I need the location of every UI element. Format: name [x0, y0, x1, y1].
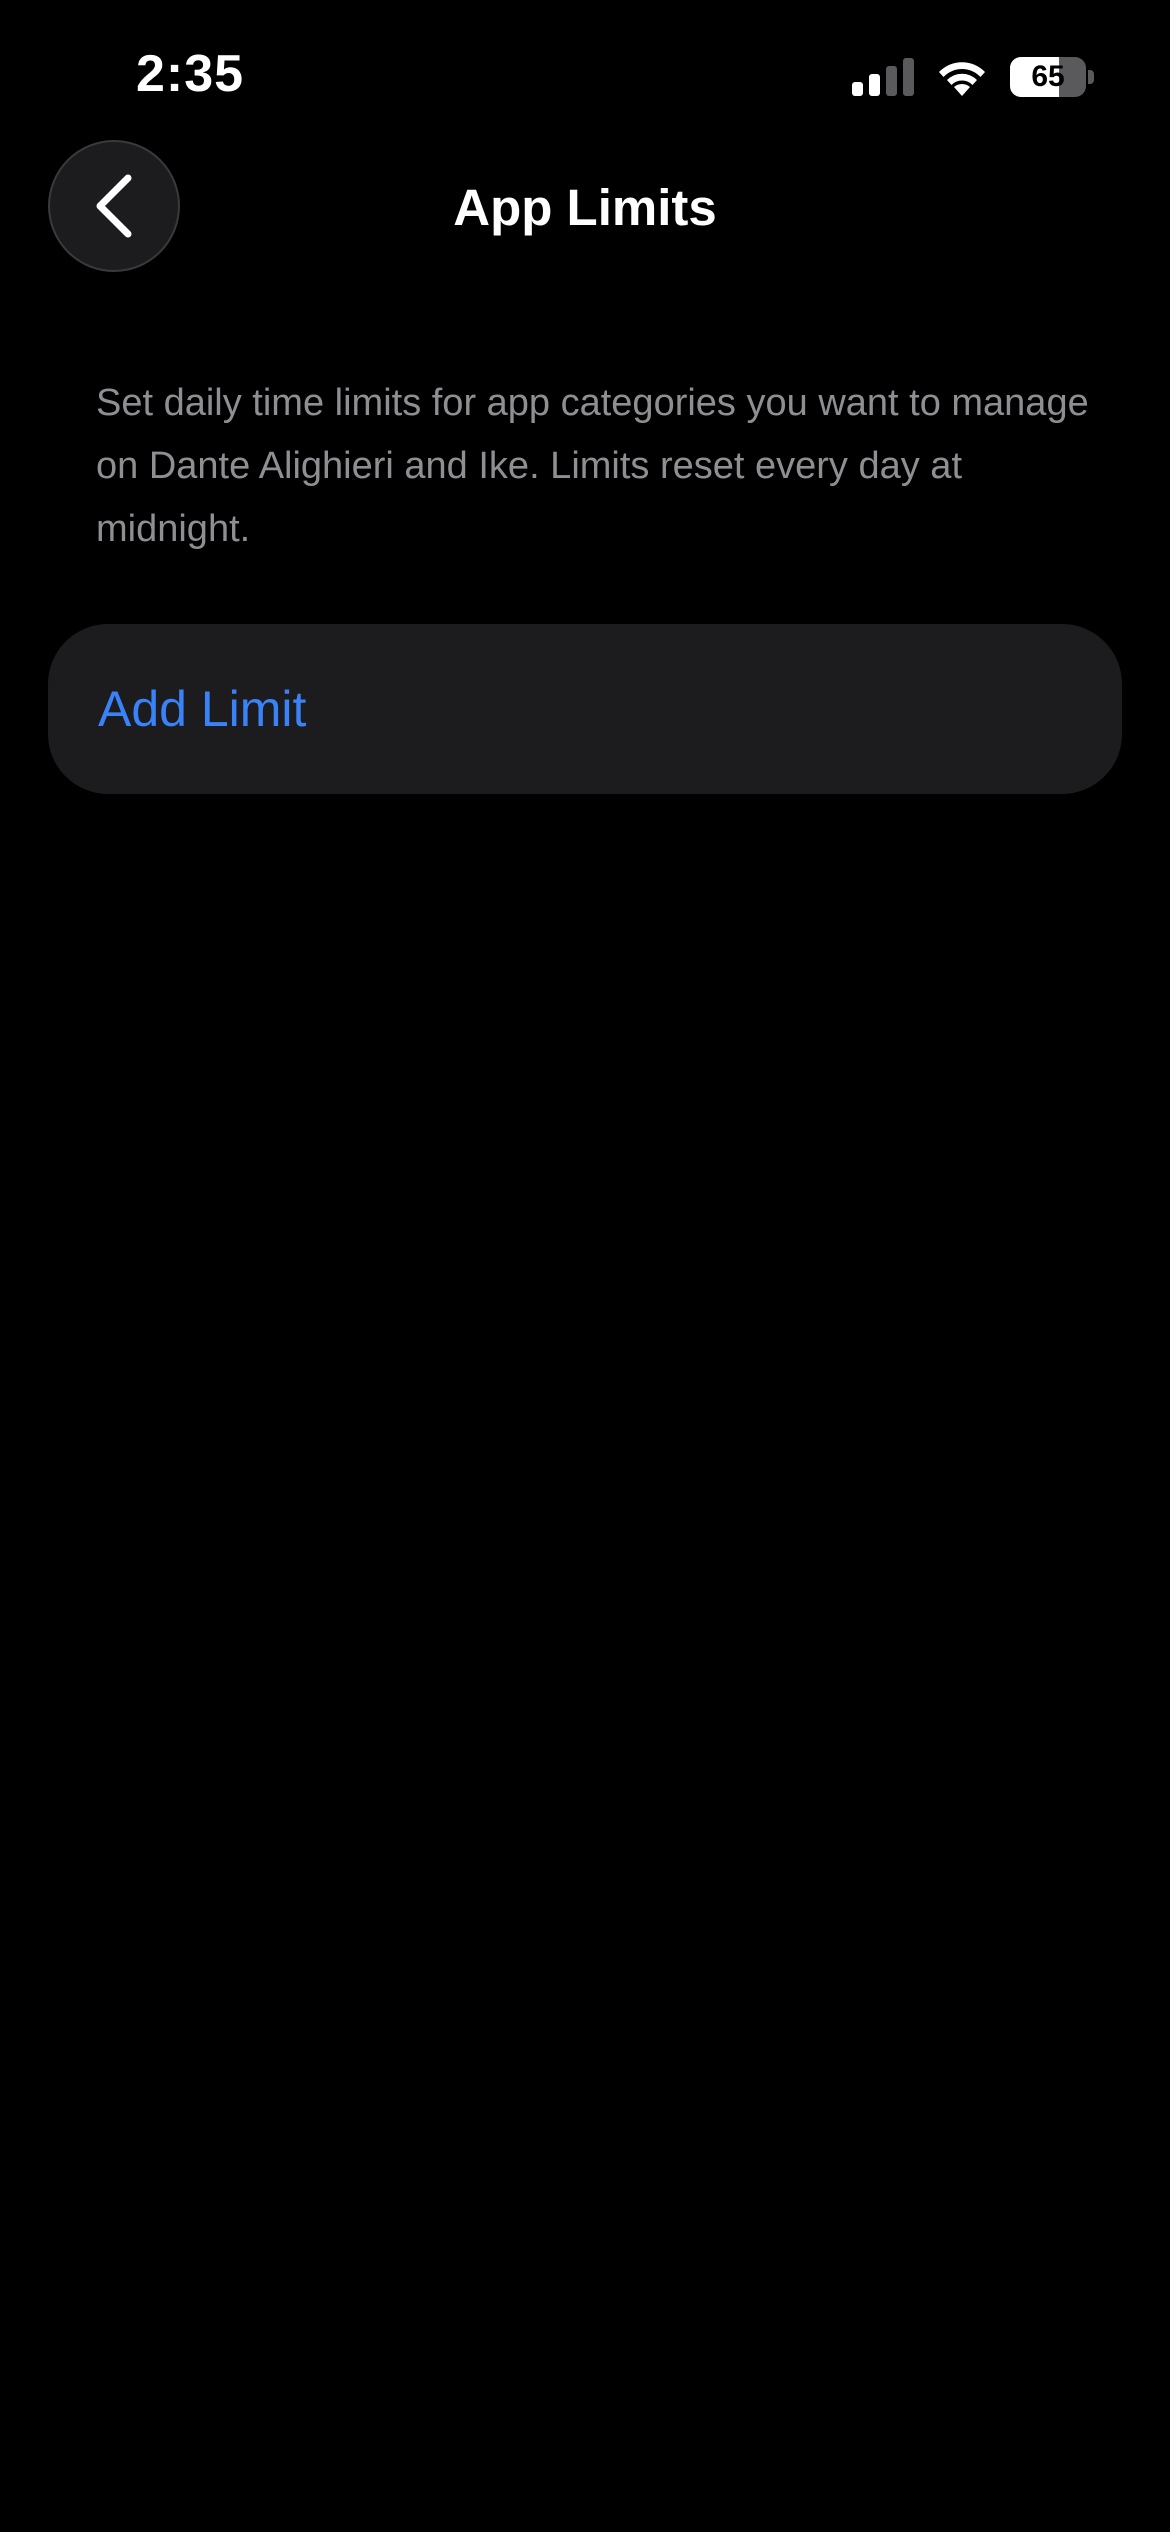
cellular-signal-icon — [852, 58, 914, 96]
signal-bar — [903, 58, 914, 96]
page-title: App Limits — [453, 179, 717, 236]
signal-bar — [852, 82, 863, 96]
battery-indicator: 65 — [1010, 57, 1094, 97]
status-bar: 2:35 65 — [0, 0, 1170, 150]
status-indicators: 65 — [852, 52, 1094, 102]
description-text: Set daily time limits for app categories… — [96, 382, 1089, 550]
signal-bar — [869, 74, 880, 96]
wifi-icon — [939, 62, 985, 96]
signal-bar — [886, 66, 897, 96]
status-time: 2:35 — [136, 45, 245, 103]
app-limits-screen: 2:35 65 App Limits Set daily time limits… — [0, 0, 1170, 2532]
add-limit-button[interactable]: Add Limit — [48, 624, 1122, 794]
add-limit-label: Add Limit — [98, 681, 307, 737]
battery-percent: 65 — [1031, 60, 1065, 93]
battery-cap — [1088, 70, 1094, 84]
battery-icon: 65 — [1010, 57, 1086, 97]
